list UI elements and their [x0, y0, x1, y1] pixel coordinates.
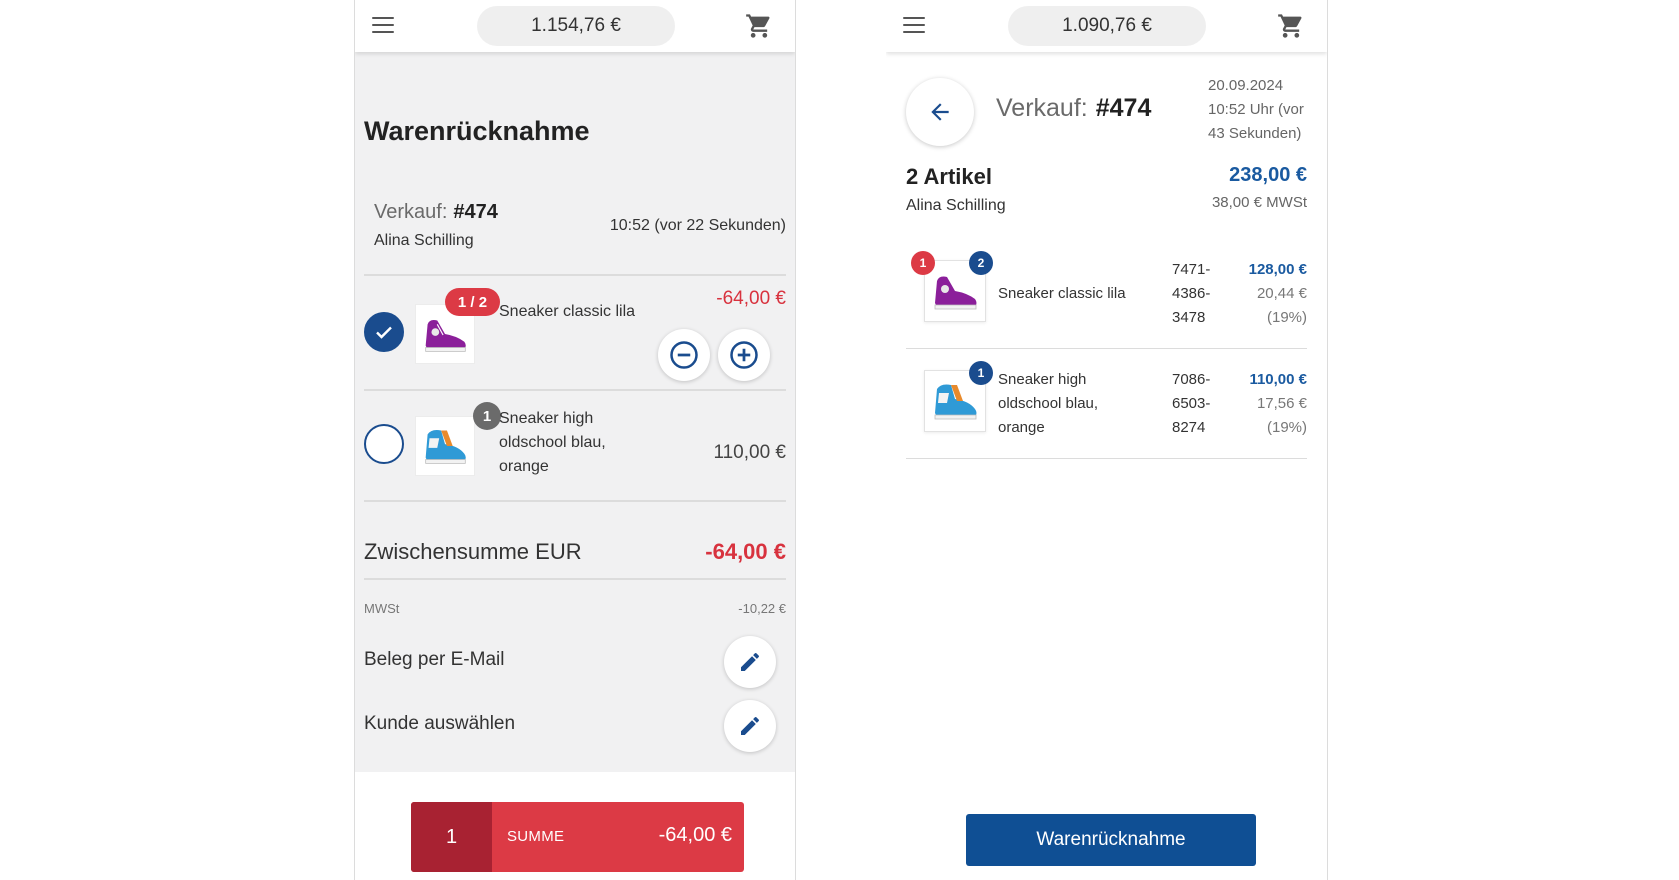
email-receipt-label: Beleg per E-Mail [364, 649, 505, 670]
item-price: 110,00 € [713, 442, 786, 463]
divider [364, 500, 786, 502]
checkout-button[interactable]: 1 SUMME -64,00 € [411, 802, 744, 872]
plus-circle-icon [730, 341, 758, 369]
item-name-line: orange [998, 419, 1045, 436]
sku-line: 8274 [1172, 419, 1206, 436]
item-name-line: oldschool blau, [499, 434, 606, 451]
sale-date-line: 43 Sekunden) [1208, 125, 1302, 142]
arrow-left-icon [931, 103, 949, 121]
back-button[interactable] [906, 78, 974, 146]
item-name: Sneaker high oldschool blau, orange [998, 368, 1148, 440]
subtotal-value: -64,00 € [705, 539, 786, 564]
sku-line: 3478 [1172, 309, 1206, 326]
cart-icon[interactable] [1277, 12, 1305, 40]
blue-sneaker-icon [425, 430, 466, 464]
item-tax: 17,56 € [1256, 395, 1307, 412]
sku-line: 7471- [1172, 261, 1211, 278]
sku-line: 6503- [1172, 395, 1211, 412]
item-name: Sneaker classic lila [998, 285, 1126, 302]
item-sku: 7086- 6503- 8274 [1172, 368, 1222, 440]
item-count: 1 [411, 802, 492, 872]
divider [364, 389, 786, 391]
menu-icon[interactable] [372, 17, 394, 33]
edit-email-button[interactable] [724, 636, 776, 688]
item-name-line: Sneaker high [998, 371, 1087, 388]
sale-customer: Alina Schilling [374, 232, 474, 249]
check-icon [376, 326, 392, 339]
item-name-line: Sneaker high [499, 410, 594, 427]
item-name: Sneaker high oldschool blau, orange [499, 407, 606, 479]
quantity-badge: 1 [969, 361, 993, 385]
balance-display: 1.154,76 € [477, 6, 675, 46]
item-price: 110,00 € [1249, 371, 1307, 388]
sale-date-line: 10:52 Uhr (vor [1208, 101, 1304, 118]
item-checkbox[interactable] [364, 424, 404, 464]
item-name: Sneaker classic lila [499, 303, 636, 320]
sale-number: #474 [453, 201, 498, 223]
balance-display: 1.090,76 € [1008, 6, 1206, 46]
divider [364, 578, 786, 580]
divider [906, 458, 1307, 459]
sku-line: 7086- [1172, 371, 1211, 388]
minus-circle-icon [670, 341, 698, 369]
item-sku: 7471- 4386- 3478 [1172, 258, 1222, 330]
pencil-icon [741, 652, 760, 671]
footer: 1 SUMME -64,00 € [355, 772, 795, 880]
mwst-label: MWSt [364, 601, 400, 616]
menu-icon[interactable] [903, 17, 925, 33]
sale-date: 20.09.2024 10:52 Uhr (vor 43 Sekunden) [1208, 74, 1318, 146]
sku-line: 4386- [1172, 285, 1211, 302]
select-customer-label: Kunde auswählen [364, 713, 516, 734]
item-tax-rate: (19%) [1266, 419, 1307, 436]
return-goods-button[interactable]: Warenrücknahme [966, 814, 1256, 866]
item-price: 128,00 € [1248, 261, 1307, 278]
quantity-badge: 2 [969, 251, 993, 275]
sale-time: 10:52 (vor 22 Sekunden) [609, 217, 786, 234]
edit-customer-button[interactable] [724, 700, 776, 752]
returned-badge: 1 [911, 251, 935, 275]
divider [364, 274, 786, 276]
page-title: Warenrücknahme [364, 116, 590, 146]
item-name-line: oldschool blau, [998, 395, 1099, 412]
sale-header: Verkauf: #474 [374, 201, 498, 224]
top-bar: 1.090,76 € [886, 0, 1327, 52]
item-price-block: 110,00 € 17,56 € (19%) [1249, 368, 1307, 440]
sale-total: 238,00 € [1229, 164, 1307, 186]
increase-quantity-button[interactable] [718, 329, 770, 381]
mwst-value: -10,22 € [738, 601, 786, 616]
cart-icon[interactable] [745, 12, 773, 40]
item-name-line: orange [499, 458, 549, 475]
item-tax: 20,44 € [1256, 285, 1307, 302]
sum-label: SUMME [507, 828, 565, 845]
top-bar: 1.154,76 € [355, 0, 795, 52]
sale-label: Verkauf: [374, 201, 448, 223]
sale-mwst: 38,00 € MWSt [1211, 194, 1307, 211]
sale-header: Verkauf: #474 [996, 94, 1151, 123]
item-price-block: 128,00 € 20,44 € (19%) [1249, 258, 1307, 330]
decrease-quantity-button[interactable] [658, 329, 710, 381]
sale-number: #474 [1095, 94, 1152, 122]
divider [906, 348, 1307, 349]
sale-date-line: 20.09.2024 [1208, 77, 1284, 94]
return-qty-badge: 1 / 2 [445, 288, 500, 316]
pencil-icon [741, 716, 760, 735]
item-price: -64,00 € [716, 288, 786, 309]
subtotal-label: Zwischensumme EUR [364, 539, 582, 564]
item-checkbox[interactable] [364, 312, 404, 352]
return-screen: 1.154,76 € Warenrücknahme Verkauf: #474 A… [354, 0, 796, 880]
sale-label: Verkauf: [996, 94, 1088, 122]
sale-customer: Alina Schilling [906, 197, 1006, 214]
item-tax-rate: (19%) [1266, 309, 1307, 326]
sum-amount: -64,00 € [658, 824, 732, 846]
item-count: 2 Artikel [906, 164, 993, 189]
item-thumbnail [415, 416, 475, 476]
sale-detail-screen: 1.090,76 € Verkauf: #474 20.09.2024 10:52… [886, 0, 1328, 880]
quantity-badge: 1 [473, 402, 501, 430]
return-content: Warenrücknahme Verkauf: #474 Alina Schill… [355, 52, 795, 772]
